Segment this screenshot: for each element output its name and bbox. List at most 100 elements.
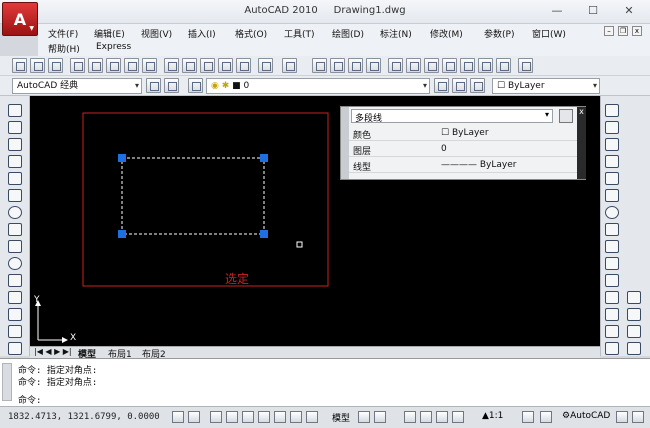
rotate-icon[interactable] (605, 206, 619, 219)
rectangle-icon[interactable] (8, 172, 22, 185)
spline-icon[interactable] (8, 240, 22, 253)
menu-view[interactable]: 视图(V) (141, 27, 172, 40)
prop-row-layer[interactable]: 图层 0 (349, 143, 577, 157)
tool-palettes-icon[interactable] (424, 58, 439, 73)
ellipse-arc-icon[interactable] (8, 274, 22, 287)
menu-insert[interactable]: 插入(I) (188, 27, 216, 40)
prop-row-color[interactable]: 颜色 ☐ ByLayer (349, 127, 577, 141)
make-current-layer-icon[interactable] (434, 78, 449, 93)
lock-icon[interactable] (616, 411, 628, 423)
save-icon[interactable] (48, 58, 63, 73)
grid-display-icon[interactable] (210, 411, 222, 423)
annotation-scale[interactable]: ▲1:1 (482, 411, 503, 421)
send-back-icon[interactable] (627, 325, 641, 338)
drawing-area[interactable]: 选定 Y X 多段线 ▾ x 颜色 ☐ ByLayer 图层 0 线型 ————… (30, 96, 600, 346)
help-icon[interactable] (496, 58, 511, 73)
revision-cloud-icon[interactable] (8, 223, 22, 236)
menu-parameters[interactable]: 参数(P) (484, 27, 514, 40)
extend-icon[interactable] (605, 274, 619, 287)
undo-icon[interactable] (258, 58, 273, 73)
zoom-window-icon[interactable] (348, 58, 363, 73)
polyline-icon[interactable] (8, 138, 22, 151)
array-icon[interactable] (605, 172, 619, 185)
cut-icon[interactable] (164, 58, 179, 73)
clean-screen-icon[interactable] (632, 411, 644, 423)
infer-constraints-icon[interactable] (172, 411, 184, 423)
panel-close-button[interactable]: x (577, 107, 586, 179)
offset-icon[interactable] (605, 155, 619, 168)
polygon-icon[interactable] (8, 155, 22, 168)
layer-properties-icon[interactable] (188, 78, 203, 93)
workspace-settings-icon[interactable] (146, 78, 161, 93)
pan-icon[interactable] (312, 58, 327, 73)
annotation-visibility-icon[interactable] (522, 411, 534, 423)
scale-icon[interactable] (605, 223, 619, 236)
menu-window[interactable]: 窗口(W) (532, 27, 566, 40)
close-button[interactable]: ✕ (622, 4, 636, 18)
construction-line-icon[interactable] (8, 121, 22, 134)
dynamic-ucs-icon[interactable] (290, 411, 302, 423)
zoom-status-icon[interactable] (420, 411, 432, 423)
properties-icon[interactable] (388, 58, 403, 73)
erase-icon[interactable] (605, 104, 619, 117)
bring-front-icon[interactable] (627, 308, 641, 321)
print-preview-icon[interactable] (88, 58, 103, 73)
steering-wheel-icon[interactable] (436, 411, 448, 423)
draworder-icon[interactable] (627, 291, 641, 304)
selected-polyline[interactable] (121, 157, 265, 235)
layer-states-icon[interactable] (470, 78, 485, 93)
copy-object-icon[interactable] (605, 121, 619, 134)
point-icon[interactable] (8, 325, 22, 338)
print-icon[interactable] (70, 58, 85, 73)
object-type-dropdown[interactable]: 多段线 ▾ (351, 109, 553, 124)
snap-mode-icon[interactable] (188, 411, 200, 423)
minimize-button[interactable]: — (550, 4, 564, 18)
maximize-button[interactable]: ☐ (586, 4, 600, 18)
showmotion-icon[interactable] (452, 411, 464, 423)
panel-settings-icon[interactable] (559, 109, 573, 123)
circle-icon[interactable] (8, 206, 22, 219)
app-menu-button[interactable]: A ▼ (2, 2, 38, 36)
workspace-customize-icon[interactable] (164, 78, 179, 93)
new-file-icon[interactable] (12, 58, 27, 73)
ortho-mode-icon[interactable] (226, 411, 238, 423)
menu-draw[interactable]: 绘图(D) (332, 27, 364, 40)
fillet-icon[interactable] (605, 342, 619, 355)
menu-tools[interactable]: 工具(T) (284, 27, 315, 40)
menu-help[interactable]: 帮助(H) (48, 42, 80, 55)
menu-modify[interactable]: 修改(M) (430, 27, 463, 40)
color-dropdown[interactable]: ☐ ByLayer ▾ (492, 78, 600, 94)
workspace-switch[interactable]: ⚙AutoCAD (562, 411, 610, 421)
sheet-set-icon[interactable] (142, 58, 157, 73)
grip-top-left[interactable] (118, 154, 126, 162)
line-icon[interactable] (8, 104, 22, 117)
menu-file[interactable]: 文件(F) (48, 27, 78, 40)
quick-view-layouts-icon[interactable] (358, 411, 370, 423)
sheet-set-manager-icon[interactable] (442, 58, 457, 73)
match-properties-icon[interactable] (218, 58, 233, 73)
hatch-icon[interactable] (8, 342, 22, 355)
zoom-previous-icon[interactable] (366, 58, 381, 73)
menu-dimension[interactable]: 标注(N) (380, 27, 412, 40)
move-icon[interactable] (605, 189, 619, 202)
zoom-realtime-icon[interactable] (330, 58, 345, 73)
quickcalc-icon[interactable] (478, 58, 493, 73)
tab-nav-arrows[interactable]: |◀ ◀ ▶ ▶| (34, 347, 72, 356)
workspace-dropdown[interactable]: AutoCAD 经典 ▾ (12, 78, 142, 94)
mdi-restore-button[interactable]: ❐ (618, 26, 628, 36)
auto-scale-icon[interactable] (540, 411, 552, 423)
mirror-icon[interactable] (605, 138, 619, 151)
object-snap-tracking-icon[interactable] (274, 411, 286, 423)
mdi-close-button[interactable]: x (632, 26, 642, 36)
arc-icon[interactable] (8, 189, 22, 202)
model-toggle[interactable]: 模型 (332, 411, 350, 424)
ellipse-icon[interactable] (8, 257, 22, 270)
publish-icon[interactable] (106, 58, 121, 73)
text-style-icon[interactable] (518, 58, 533, 73)
layer-previous-icon[interactable] (452, 78, 467, 93)
quick-view-drawings-icon[interactable] (374, 411, 386, 423)
break-icon[interactable] (605, 291, 619, 304)
trim-icon[interactable] (605, 257, 619, 270)
pan-status-icon[interactable] (404, 411, 416, 423)
polar-tracking-icon[interactable] (242, 411, 254, 423)
